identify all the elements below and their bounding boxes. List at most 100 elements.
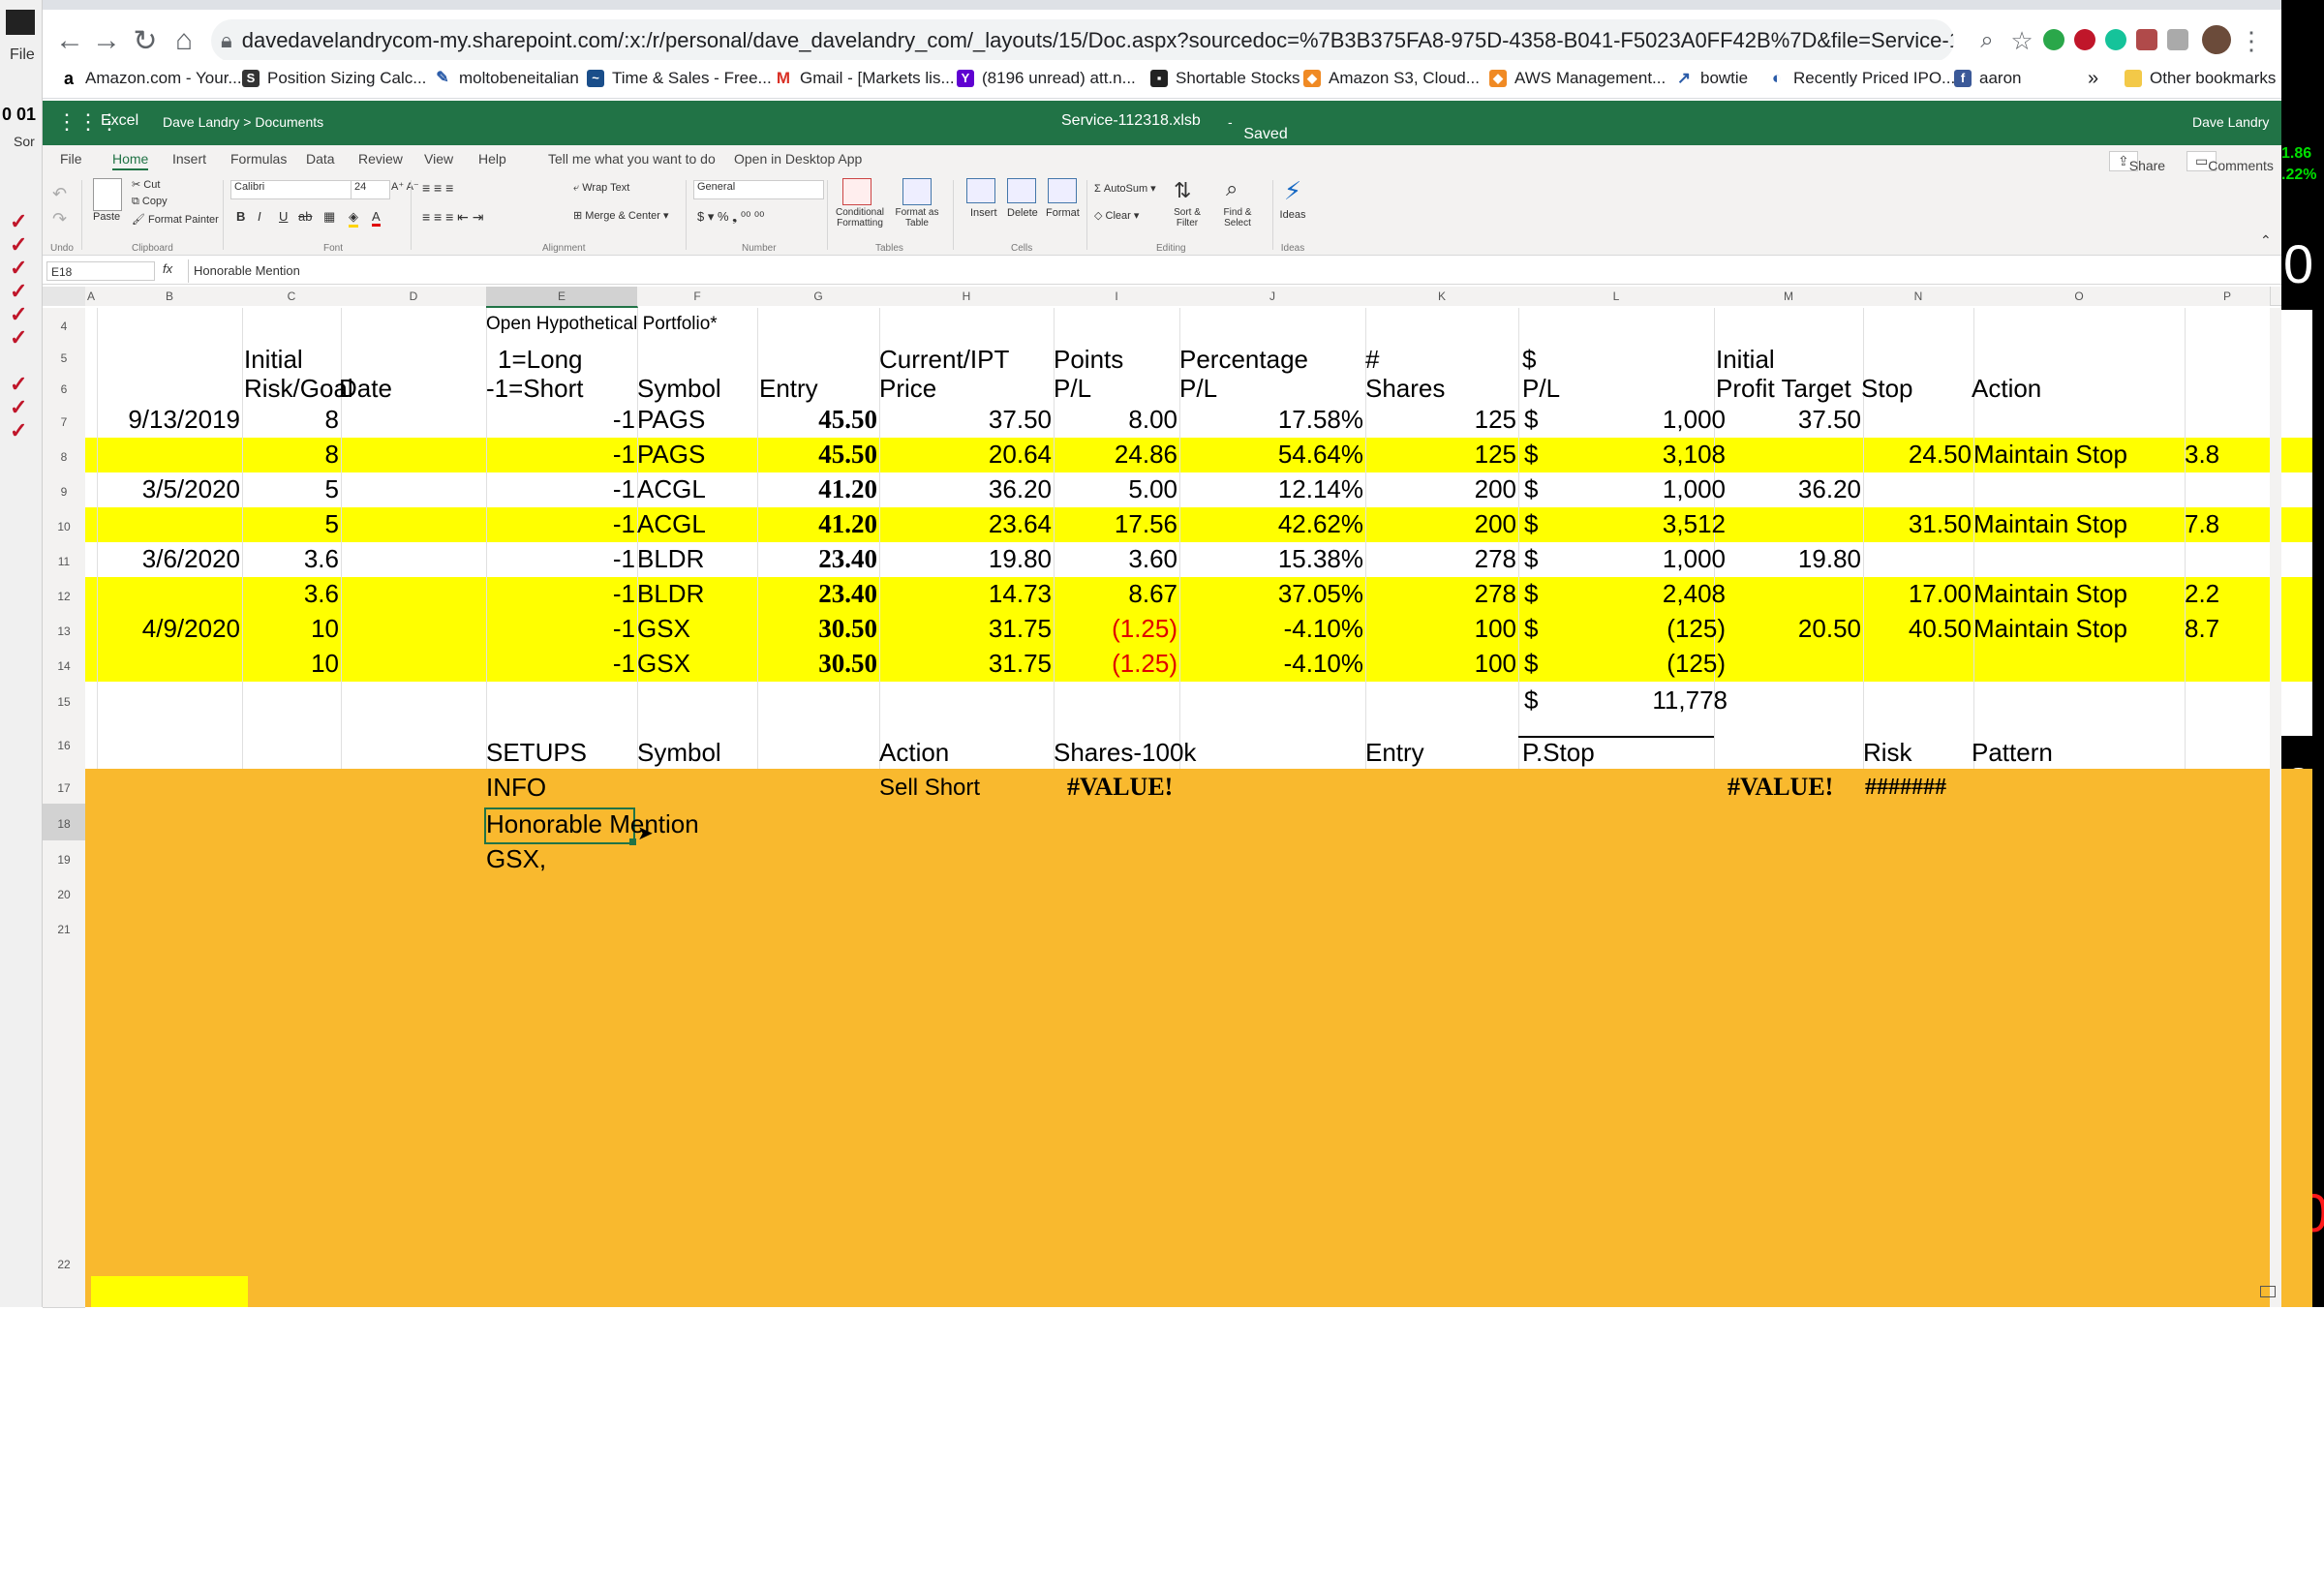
hdr-points-pl[interactable]: P/L <box>1054 374 1091 404</box>
star-icon[interactable]: ☆ <box>2004 21 2039 60</box>
sort-filter-label[interactable]: Sort & Filter <box>1166 207 1208 228</box>
cell-shares[interactable]: 125 <box>1365 440 1516 470</box>
cell-dollar-pl[interactable]: 1,000 <box>1573 405 1726 435</box>
column-header-p[interactable]: P <box>2185 287 2271 306</box>
zoom-icon[interactable]: ⌕ <box>1970 21 2004 60</box>
extension-grammarly-icon[interactable] <box>2105 29 2126 50</box>
cell-points-pl[interactable]: 17.56 <box>1054 509 1177 539</box>
find-select-label[interactable]: Find & Select <box>1212 207 1263 228</box>
column-header-h[interactable]: H <box>879 287 1055 306</box>
setups-gsx[interactable]: GSX, <box>486 844 546 874</box>
cell-date[interactable]: 3/6/2020 <box>97 544 240 574</box>
cell-price[interactable]: 23.64 <box>879 509 1052 539</box>
bookmark-shortable[interactable]: ▪ Shortable Stocks <box>1150 64 1300 93</box>
cell-risk[interactable]: 3.6 <box>242 579 339 609</box>
row-header-15[interactable]: 15 <box>43 682 85 719</box>
cell-action[interactable]: Maintain Stop <box>1973 614 2127 644</box>
bold-icon[interactable]: B <box>236 209 245 224</box>
strikethrough-icon[interactable]: ab <box>298 209 312 224</box>
insert-label[interactable]: Insert <box>970 207 997 219</box>
row-header-13[interactable]: 13 <box>43 612 85 648</box>
number-format-select[interactable]: General <box>693 180 824 199</box>
wrap-text-button[interactable]: ⤶ Wrap Text <box>573 182 629 195</box>
delete-cells-icon[interactable] <box>1007 178 1036 203</box>
cell-shares[interactable]: 278 <box>1365 544 1516 574</box>
setups-pstop-hdr[interactable]: P.Stop <box>1522 738 1595 768</box>
tab-help[interactable]: Help <box>478 151 506 167</box>
row-header-5[interactable]: 5 <box>43 341 85 373</box>
extension-puzzle-icon[interactable] <box>2167 29 2188 50</box>
italic-icon[interactable]: I <box>258 209 261 224</box>
conditional-formatting-icon[interactable] <box>842 178 872 205</box>
file-name[interactable]: Service-112318.xlsb <box>1061 112 1201 130</box>
total-dollar-sign[interactable]: $ <box>1524 685 1538 716</box>
app-name[interactable]: Excel <box>101 112 138 130</box>
setups-pattern-hdr[interactable]: Pattern <box>1972 738 2053 768</box>
cell-dollar-sign[interactable]: $ <box>1524 614 1538 644</box>
extension-n-icon[interactable] <box>2074 29 2095 50</box>
row-header-8[interactable]: 8 <box>43 438 85 473</box>
cell-date[interactable]: 9/13/2019 <box>97 405 240 435</box>
cell-shares[interactable]: 278 <box>1365 579 1516 609</box>
app-launcher-icon[interactable]: ⋮⋮⋮ <box>56 110 120 134</box>
font-size-select[interactable]: 24 <box>351 180 390 199</box>
format-as-table-label[interactable]: Format as Table <box>891 207 943 228</box>
column-header-k[interactable]: K <box>1365 287 1519 306</box>
hdr-initial[interactable]: Initial <box>244 345 303 375</box>
cell-dollar-pl[interactable]: 2,408 <box>1573 579 1726 609</box>
back-icon[interactable]: ← <box>50 21 89 60</box>
hdr-initial-target[interactable]: Initial <box>1716 345 1775 375</box>
total-pl[interactable]: 11,778 <box>1592 685 1728 716</box>
column-header-d[interactable]: D <box>341 287 487 306</box>
row-header-11[interactable]: 11 <box>43 542 85 578</box>
cell-dollar-pl[interactable]: (125) <box>1573 649 1726 679</box>
bookmark-yahoo[interactable]: Y (8196 unread) att.n... <box>957 64 1136 93</box>
cell-shares[interactable]: 200 <box>1365 509 1516 539</box>
hdr-shares[interactable]: Shares <box>1365 374 1445 404</box>
cell-points-pl[interactable]: 5.00 <box>1054 474 1177 504</box>
hdr-price[interactable]: Price <box>879 374 936 404</box>
setups-entry-hdr[interactable]: Entry <box>1365 738 1424 768</box>
autosum-button[interactable]: Σ AutoSum ▾ <box>1094 182 1156 195</box>
hdr-symbol[interactable]: Symbol <box>637 374 721 404</box>
user-name[interactable]: Dave Landry <box>2192 114 2269 130</box>
setups-action-hdr[interactable]: Action <box>879 738 949 768</box>
paste-label[interactable]: Paste <box>93 211 120 223</box>
cell-risk[interactable]: 8 <box>242 440 339 470</box>
cell-dollar-pl[interactable]: 1,000 <box>1573 474 1726 504</box>
hdr-dollar[interactable]: $ <box>1522 345 1536 375</box>
formula-input[interactable]: Honorable Mention <box>194 263 2266 283</box>
select-all-corner[interactable] <box>43 287 85 306</box>
sheet-status-icon[interactable] <box>2260 1286 2276 1297</box>
cell-stop[interactable]: 24.50 <box>1863 440 1972 470</box>
cell-dollar-sign[interactable]: $ <box>1524 544 1538 574</box>
bookmark-other[interactable]: Other bookmarks <box>2125 64 2276 93</box>
column-header-i[interactable]: I <box>1054 287 1180 306</box>
column-header-j[interactable]: J <box>1179 287 1366 306</box>
redo-icon[interactable]: ↷ <box>52 209 67 229</box>
cell-risk[interactable]: 10 <box>242 614 339 644</box>
row-header-20[interactable]: 20 <box>43 875 85 911</box>
setups-shares-hdr[interactable]: Shares-100k <box>1054 738 1196 768</box>
cell-price[interactable]: 31.75 <box>879 649 1052 679</box>
cell-points-pl[interactable]: 8.00 <box>1054 405 1177 435</box>
setups-header[interactable]: SETUPS <box>486 738 587 768</box>
row-header-4[interactable]: 4 <box>43 308 85 342</box>
hdr-current[interactable]: Current/IPT <box>879 345 1009 375</box>
cell-entry[interactable]: 23.40 <box>757 579 877 609</box>
cell-entry[interactable]: 45.50 <box>757 405 877 435</box>
name-box[interactable]: E18 <box>46 261 155 281</box>
setups-symbol-hdr[interactable]: Symbol <box>637 738 721 768</box>
cell-profit-target[interactable]: 19.80 <box>1714 544 1861 574</box>
cell-risk[interactable]: 10 <box>242 649 339 679</box>
cell-dollar-sign[interactable]: $ <box>1524 440 1538 470</box>
cell-action[interactable]: Maintain Stop <box>1973 440 2127 470</box>
comments-button[interactable]: ▭ Comments <box>2186 151 2274 173</box>
cell-pct-pl[interactable]: 15.38% <box>1179 544 1363 574</box>
cell-symbol[interactable]: BLDR <box>637 544 704 574</box>
cell-pct-pl[interactable]: 37.05% <box>1179 579 1363 609</box>
setups-sell-short[interactable]: Sell Short <box>879 775 980 802</box>
cell-symbol[interactable]: GSX <box>637 649 690 679</box>
cell-action[interactable]: Maintain Stop <box>1973 579 2127 609</box>
hdr-percentage-pl[interactable]: P/L <box>1179 374 1217 404</box>
